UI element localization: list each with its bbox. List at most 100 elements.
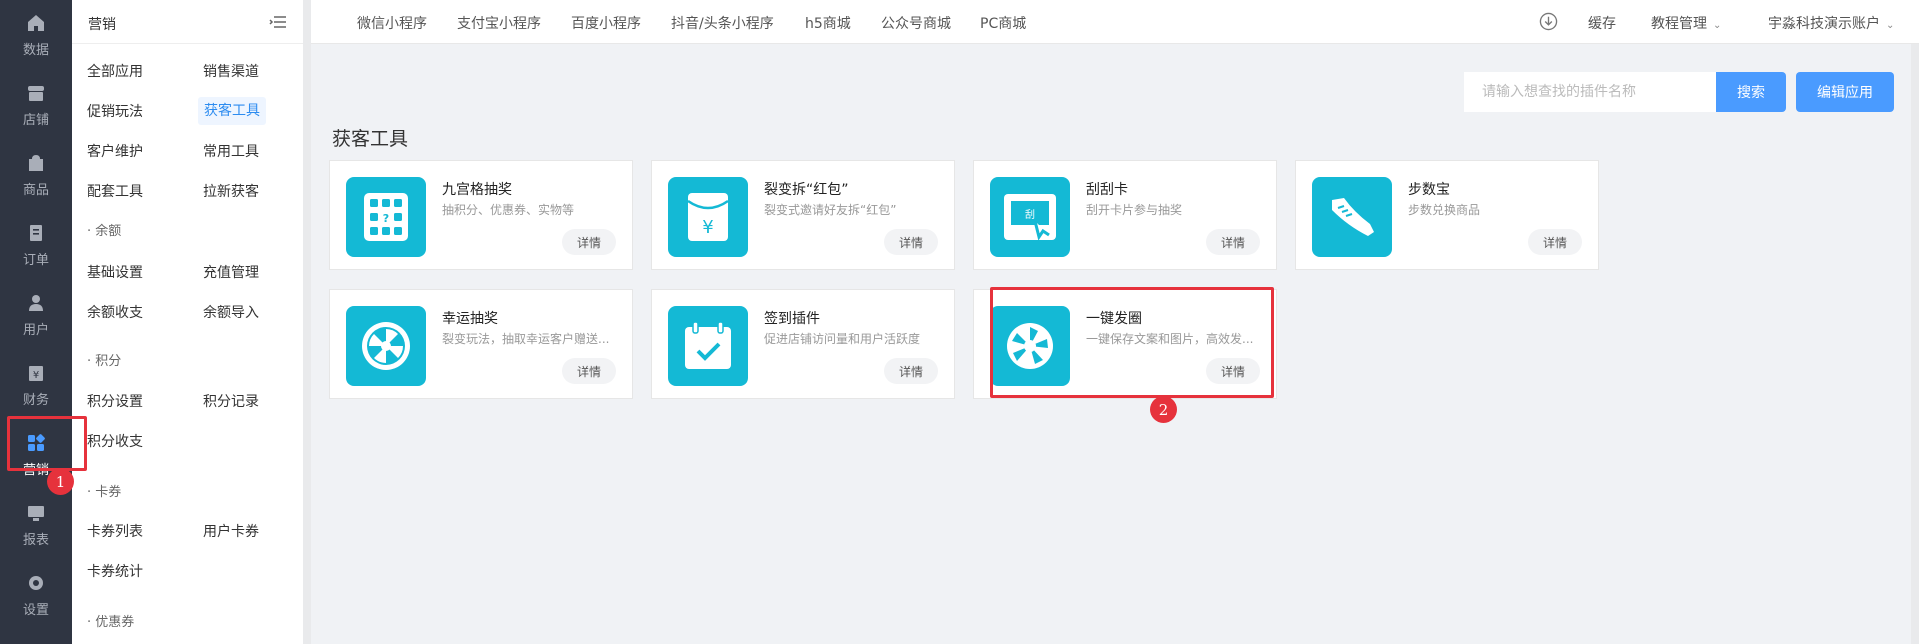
sneaker-icon: [1312, 177, 1392, 257]
rail-item-order[interactable]: 订单: [0, 210, 72, 280]
details-button[interactable]: 详情: [884, 229, 938, 255]
rail-label: 店铺: [22, 112, 49, 128]
subnav-item-recharge[interactable]: 充值管理: [203, 259, 259, 287]
rail-label: 用户: [22, 322, 49, 338]
annotation-box-plugin: [990, 287, 1274, 398]
subnav-item-user-card[interactable]: 用户卡券: [203, 518, 259, 546]
tab-official-account[interactable]: 公众号商城: [881, 13, 951, 33]
tab-wechat[interactable]: 微信小程序: [357, 13, 427, 33]
download-icon[interactable]: [1539, 12, 1558, 31]
details-button[interactable]: 详情: [562, 229, 616, 255]
rail-item-user[interactable]: 用户: [0, 280, 72, 350]
tutorial-label: 教程管理: [1651, 16, 1707, 32]
grid-lottery-icon: ?: [346, 177, 426, 257]
bag-icon: [29, 154, 43, 171]
subnav-item-acquisition[interactable]: 获客工具: [198, 97, 266, 125]
rail-label: 订单: [22, 252, 49, 268]
user-icon: [29, 294, 43, 311]
chevron-down-icon: ⌄: [1713, 20, 1722, 31]
account-label: 宇淼科技演示账户: [1768, 16, 1880, 32]
plugin-card[interactable]: 步数宝 步数兑换商品 详情: [1295, 160, 1599, 270]
subnav-item-common[interactable]: 常用工具: [203, 138, 259, 166]
subnav-item-support[interactable]: 配套工具: [87, 178, 143, 206]
plugin-search-input[interactable]: [1464, 72, 1716, 112]
subnav-item-balance-flow[interactable]: 余额收支: [87, 299, 143, 327]
subnav-title: 营销: [88, 17, 116, 33]
subnav-item-balance-settings[interactable]: 基础设置: [87, 259, 143, 287]
details-button[interactable]: 详情: [562, 358, 616, 384]
plugin-card[interactable]: ¥ 裂变拆“红包” 裂变式邀请好友拆“红包” 详情: [651, 160, 955, 270]
order-icon: [30, 224, 42, 241]
rail-label: 报表: [22, 532, 49, 548]
card-name: 刮刮卡: [1086, 182, 1128, 198]
chevron-down-icon: ⌄: [1886, 20, 1895, 31]
subnav-item-balance-import[interactable]: 余额导入: [203, 299, 259, 327]
card-desc: 裂变式邀请好友拆“红包”: [764, 203, 897, 217]
rail-item-report[interactable]: 报表: [0, 490, 72, 560]
details-button[interactable]: 详情: [1528, 229, 1582, 255]
tutorial-menu[interactable]: 教程管理 ⌄: [1651, 13, 1721, 33]
tab-baidu[interactable]: 百度小程序: [571, 13, 641, 33]
subnav-item-points-settings[interactable]: 积分设置: [87, 388, 143, 416]
cache-button[interactable]: 缓存: [1588, 13, 1616, 33]
main-sidebar: 数据 店铺 商品 订单 用户 ¥ 财务 营销 报表 设置: [0, 0, 72, 644]
subnav-item-card-stats[interactable]: 卡券统计: [87, 558, 143, 586]
subnav-item-pull-new[interactable]: 拉新获客: [203, 178, 259, 206]
rail-item-store[interactable]: 店铺: [0, 70, 72, 140]
annotation-box-marketing: [7, 416, 87, 471]
details-button[interactable]: 详情: [1206, 229, 1260, 255]
rail-label: 财务: [22, 392, 49, 408]
search-button[interactable]: 搜索: [1716, 72, 1786, 112]
plugin-card[interactable]: 签到插件 促进店铺访问量和用户活跃度 详情: [651, 289, 955, 399]
section-title: 获客工具: [332, 128, 409, 150]
svg-text:¥: ¥: [33, 370, 39, 381]
svg-text:?: ?: [383, 212, 389, 225]
plugin-card[interactable]: ? 九宫格抽奖 抽积分、优惠券、实物等 详情: [329, 160, 633, 270]
tab-h5[interactable]: h5商城: [805, 13, 851, 33]
rail-item-data[interactable]: 数据: [0, 0, 72, 70]
svg-text:刮: 刮: [1025, 208, 1035, 221]
tab-douyin[interactable]: 抖音/头条小程序: [671, 13, 774, 33]
subnav-group-balance: · 余额: [87, 224, 122, 239]
subnav-item-all-apps[interactable]: 全部应用: [87, 58, 143, 86]
subnav-group-card: · 卡券: [87, 485, 122, 500]
annotation-number: 2: [1150, 396, 1177, 423]
rail-item-settings[interactable]: 设置: [0, 560, 72, 630]
sidebar-divider: [303, 0, 311, 644]
subnav-group-discount: · 优惠券: [87, 615, 135, 630]
card-name: 步数宝: [1408, 182, 1450, 198]
rail-item-goods[interactable]: 商品: [0, 140, 72, 210]
rail-label: 设置: [22, 602, 49, 618]
tab-alipay[interactable]: 支付宝小程序: [457, 13, 541, 33]
collapse-menu-icon[interactable]: [269, 14, 287, 30]
card-name: 九宫格抽奖: [442, 182, 512, 198]
tab-pc[interactable]: PC商城: [980, 13, 1026, 33]
card-desc: 步数兑换商品: [1408, 203, 1481, 217]
secondary-sidebar: 营销 全部应用 销售渠道 促销玩法 获客工具 客户维护 常用工具 配套工具 拉新…: [72, 0, 303, 644]
page-scrollbar[interactable]: [1911, 44, 1919, 644]
subnav-item-customer[interactable]: 客户维护: [87, 138, 143, 166]
wheel-icon: [346, 306, 426, 386]
scratch-card-icon: 刮: [990, 177, 1070, 257]
finance-icon: ¥: [29, 365, 43, 381]
subnav-item-promo[interactable]: 促销玩法: [87, 98, 143, 126]
subnav-group-points: · 积分: [87, 354, 122, 369]
details-button[interactable]: 详情: [884, 358, 938, 384]
account-menu[interactable]: 宇淼科技演示账户 ⌄: [1768, 13, 1894, 33]
rail-label: 数据: [22, 42, 49, 58]
plugin-card[interactable]: 刮 刮刮卡 刮开卡片参与抽奖 详情: [973, 160, 1277, 270]
edit-apps-button[interactable]: 编辑应用: [1796, 72, 1894, 112]
subnav-item-points-record[interactable]: 积分记录: [203, 388, 259, 416]
store-icon: [28, 85, 44, 101]
calendar-check-icon: [668, 306, 748, 386]
report-icon: [28, 505, 44, 521]
subnav-item-points-flow[interactable]: 积分收支: [87, 428, 143, 456]
card-name: 签到插件: [764, 311, 820, 327]
subnav-item-card-list[interactable]: 卡券列表: [87, 518, 143, 546]
card-desc: 促进店铺访问量和用户活跃度: [764, 332, 921, 346]
plugin-card[interactable]: 幸运抽奖 裂变玩法，抽取幸运客户赠送... 详情: [329, 289, 633, 399]
subnav-item-sales-channel[interactable]: 销售渠道: [203, 58, 259, 86]
card-name: 幸运抽奖: [442, 311, 498, 327]
rail-item-finance[interactable]: ¥ 财务: [0, 350, 72, 420]
card-name: 裂变拆“红包”: [764, 182, 849, 198]
